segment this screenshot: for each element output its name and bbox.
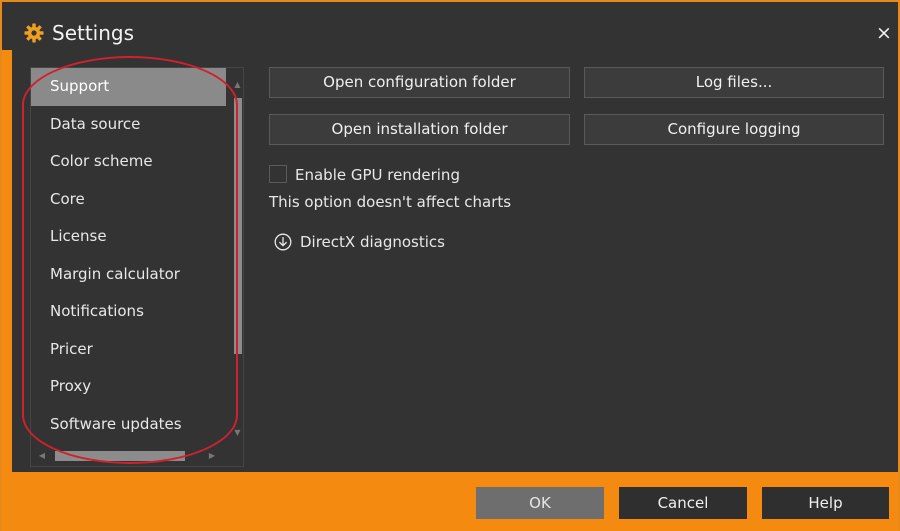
- gpu-rendering-hint: This option doesn't affect charts: [269, 193, 512, 211]
- help-button[interactable]: Help: [762, 487, 889, 519]
- sidebar-item-proxy[interactable]: Proxy: [31, 368, 226, 406]
- title-bar: Settings ×: [0, 0, 900, 50]
- horizontal-scroll-thumb[interactable]: [55, 451, 185, 461]
- directx-diagnostics-toggle[interactable]: DirectX diagnostics: [300, 232, 445, 252]
- gpu-rendering-checkbox[interactable]: [269, 165, 287, 183]
- window-title: Settings: [52, 21, 135, 45]
- open-installation-folder-button[interactable]: Open installation folder: [269, 114, 570, 145]
- sidebar-item-license[interactable]: License: [31, 218, 226, 256]
- scroll-down-icon[interactable]: ▼: [233, 428, 242, 438]
- settings-category-list[interactable]: Support Data source Color scheme Core Li…: [30, 67, 244, 467]
- sidebar-item-data-source[interactable]: Data source: [31, 106, 226, 144]
- category-list-viewport: Support Data source Color scheme Core Li…: [31, 68, 226, 446]
- scroll-up-icon[interactable]: ▲: [233, 80, 242, 90]
- vertical-scroll-thumb[interactable]: [234, 98, 242, 354]
- gear-icon: [24, 23, 44, 43]
- sidebar-item-software-updates[interactable]: Software updates: [31, 406, 226, 444]
- close-icon: ×: [876, 22, 892, 44]
- log-files-button[interactable]: Log files...: [584, 67, 884, 98]
- ok-button[interactable]: OK: [476, 487, 604, 519]
- sidebar-item-support[interactable]: Support: [31, 68, 226, 106]
- scroll-left-icon[interactable]: ◀: [37, 450, 47, 462]
- category-horizontal-scrollbar[interactable]: ◀ ▶: [31, 446, 243, 466]
- category-vertical-scrollbar[interactable]: ▲ ▼: [231, 72, 244, 446]
- sidebar-item-core[interactable]: Core: [31, 181, 226, 219]
- sidebar-item-color-scheme[interactable]: Color scheme: [31, 143, 226, 181]
- settings-content: Support Data source Color scheme Core Li…: [12, 50, 900, 472]
- scroll-right-icon[interactable]: ▶: [207, 450, 217, 462]
- configure-logging-button[interactable]: Configure logging: [584, 114, 884, 145]
- sidebar-item-notifications[interactable]: Notifications: [31, 293, 226, 331]
- sidebar-item-pricer[interactable]: Pricer: [31, 331, 226, 369]
- dialog-footer: OK Cancel Help: [0, 472, 900, 531]
- sidebar-item-margin-calculator[interactable]: Margin calculator: [31, 256, 226, 294]
- open-configuration-folder-button[interactable]: Open configuration folder: [269, 67, 570, 98]
- chevron-down-circle-icon[interactable]: [274, 233, 292, 251]
- close-button[interactable]: ×: [872, 20, 896, 46]
- gpu-rendering-label[interactable]: Enable GPU rendering: [295, 165, 460, 185]
- cancel-button[interactable]: Cancel: [619, 487, 747, 519]
